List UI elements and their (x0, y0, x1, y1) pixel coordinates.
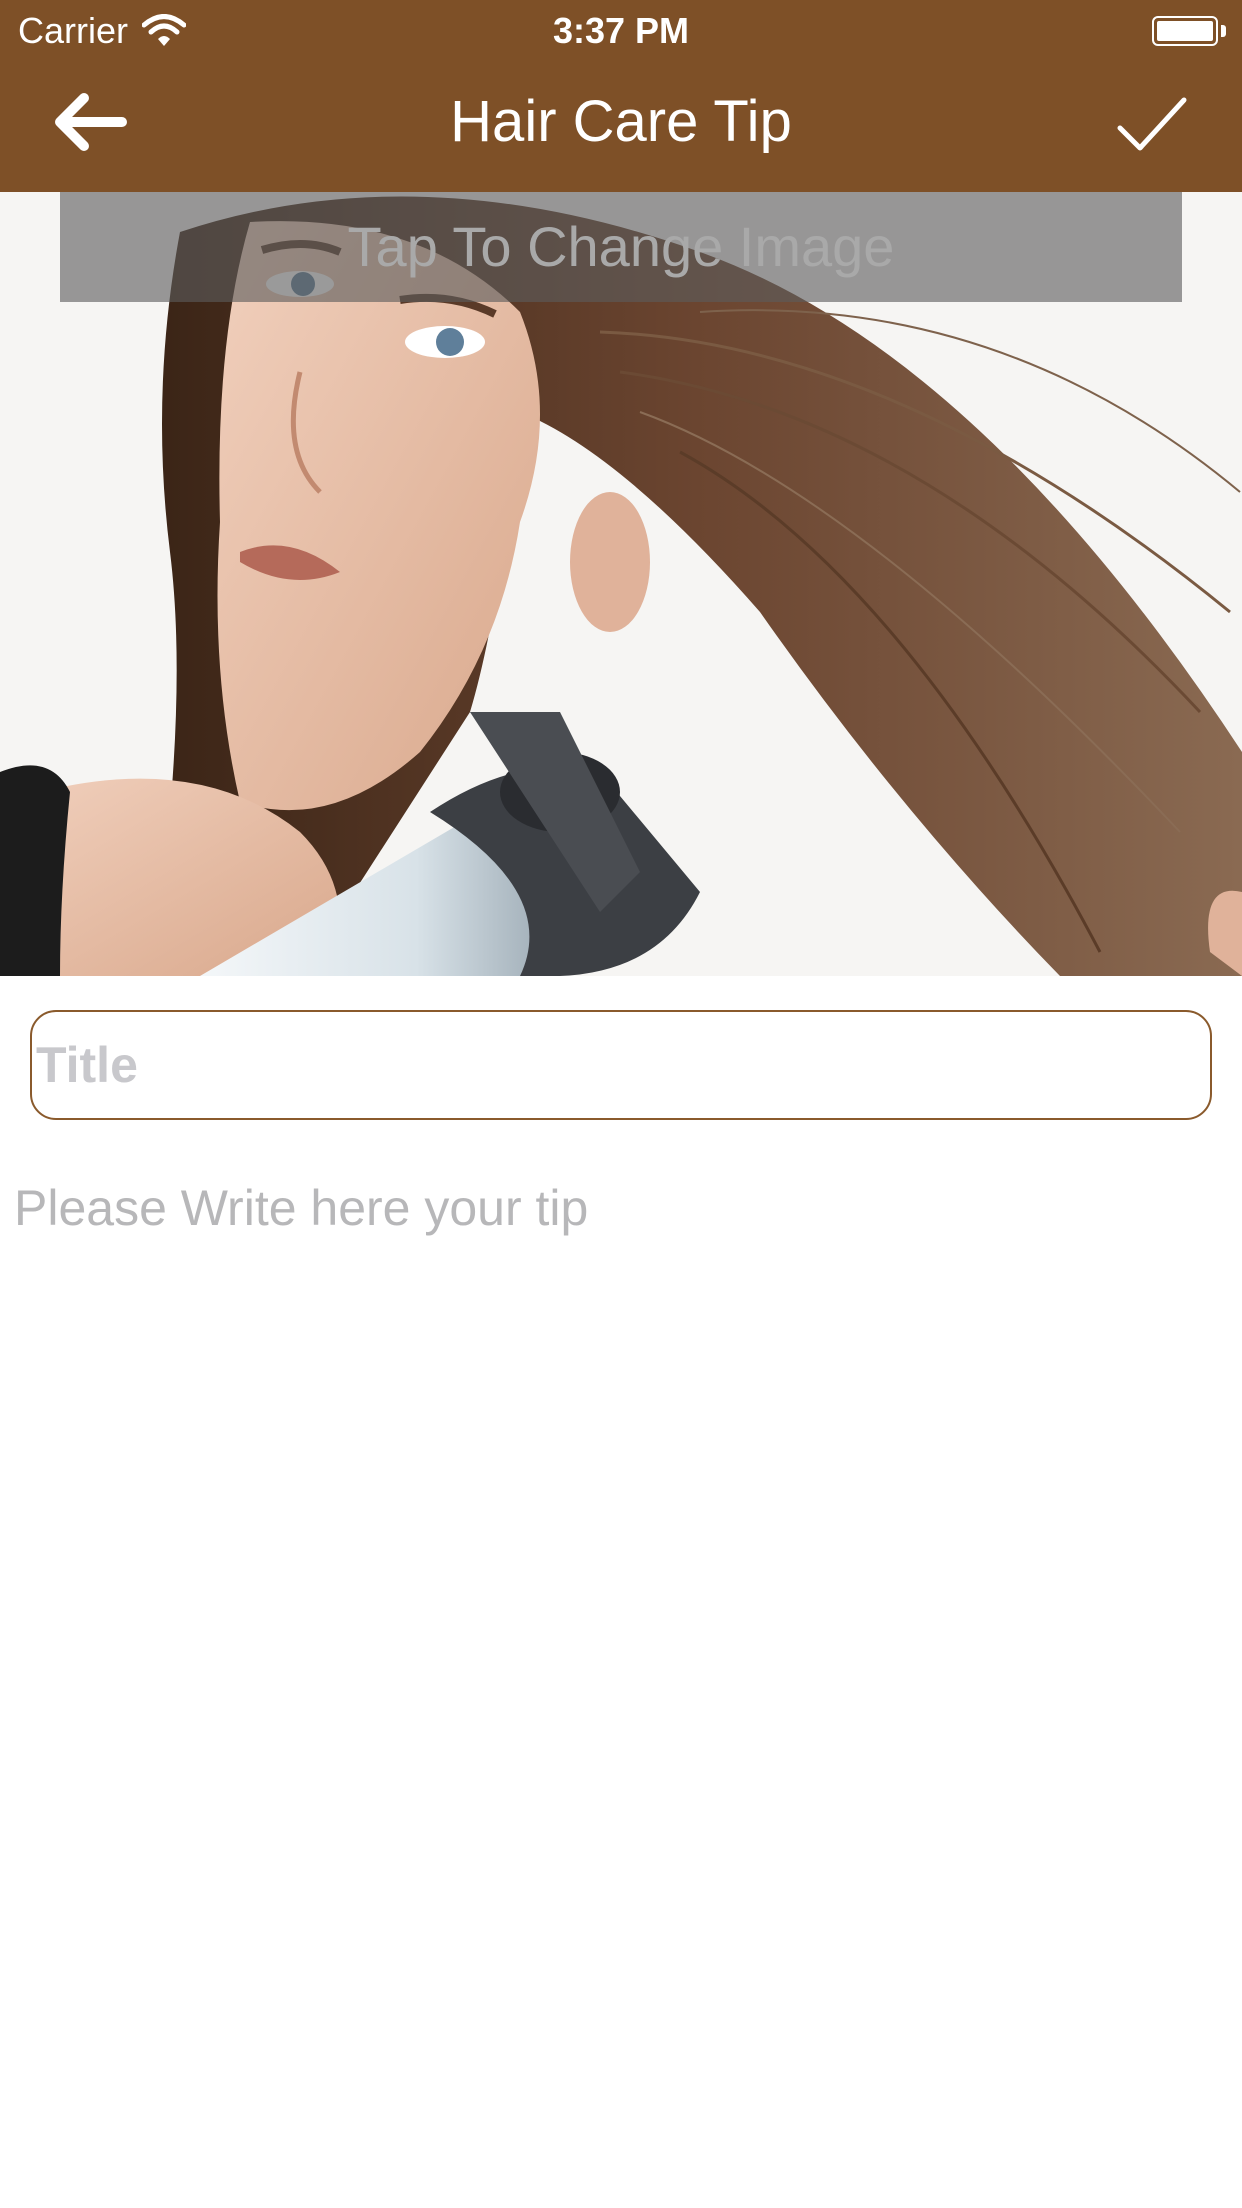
battery-icon (1152, 16, 1218, 46)
title-input[interactable] (30, 1010, 1212, 1120)
status-time: 3:37 PM (552, 10, 690, 51)
battery-fill (1157, 21, 1213, 41)
navigation-bar: Hair Care Tip (0, 60, 1242, 192)
arrow-left-icon (55, 93, 127, 151)
tip-text-area[interactable] (14, 1170, 1224, 2170)
tip-photo[interactable] (0, 192, 1242, 976)
change-image-button[interactable]: Tap To Change Image (60, 192, 1182, 302)
page-title: Hair Care Tip (450, 89, 792, 154)
back-button[interactable] (48, 90, 128, 154)
save-button[interactable] (1116, 96, 1188, 152)
battery-cap (1221, 25, 1226, 37)
status-bar: Carrier 3:37 PM (0, 0, 1242, 60)
checkmark-icon (1117, 97, 1187, 151)
hair-dryer-photo (0, 192, 1242, 976)
